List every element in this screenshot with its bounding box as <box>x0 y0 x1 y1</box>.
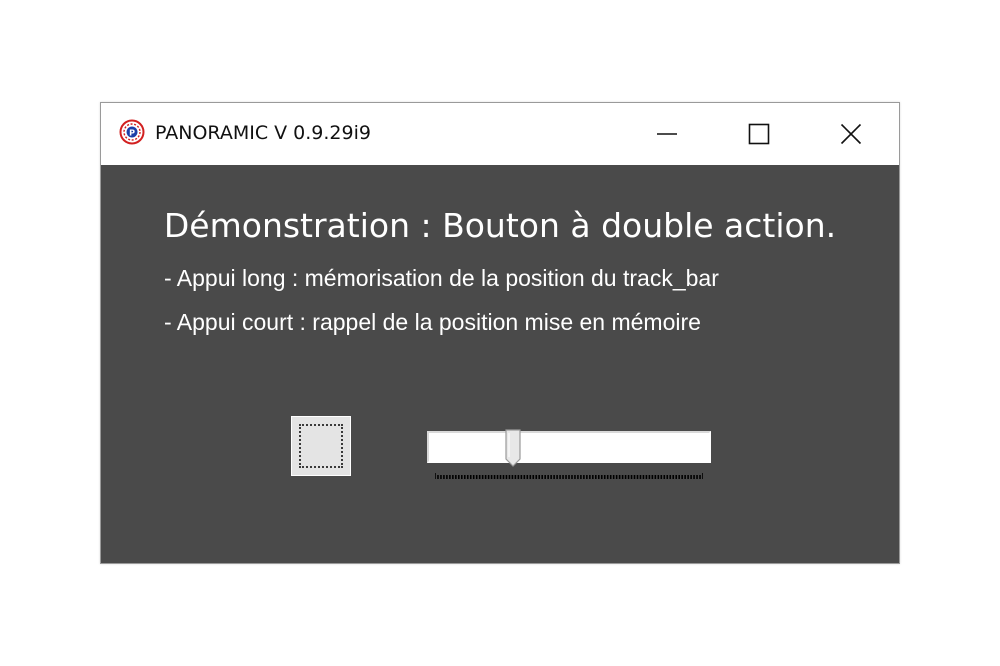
page-heading: Démonstration : Bouton à double action. <box>163 206 837 245</box>
window-title: PANORAMIC V 0.9.29i9 <box>155 122 371 144</box>
client-area: Démonstration : Bouton à double action. … <box>101 165 899 563</box>
close-button[interactable] <box>805 103 897 165</box>
close-icon <box>840 123 862 145</box>
double-action-button[interactable] <box>291 416 351 476</box>
track-bar[interactable] <box>427 429 711 479</box>
track-bar-ticks <box>435 473 703 479</box>
minimize-icon <box>657 133 677 135</box>
minimize-button[interactable] <box>621 103 713 165</box>
title-bar[interactable]: P PANORAMIC V 0.9.29i9 <box>101 103 899 165</box>
track-bar-channel <box>427 431 711 463</box>
maximize-button[interactable] <box>713 103 805 165</box>
track-bar-thumb[interactable] <box>505 429 521 467</box>
focus-rectangle <box>299 424 343 468</box>
panoramic-app-icon: P <box>119 119 145 145</box>
instruction-long-press: - Appui long : mémorisation de la positi… <box>164 265 719 291</box>
maximize-icon <box>748 123 770 145</box>
svg-text:P: P <box>129 129 135 138</box>
app-window: P PANORAMIC V 0.9.29i9 Démonstration : B… <box>100 102 900 564</box>
instruction-short-press: - Appui court : rappel de la position mi… <box>164 309 701 335</box>
